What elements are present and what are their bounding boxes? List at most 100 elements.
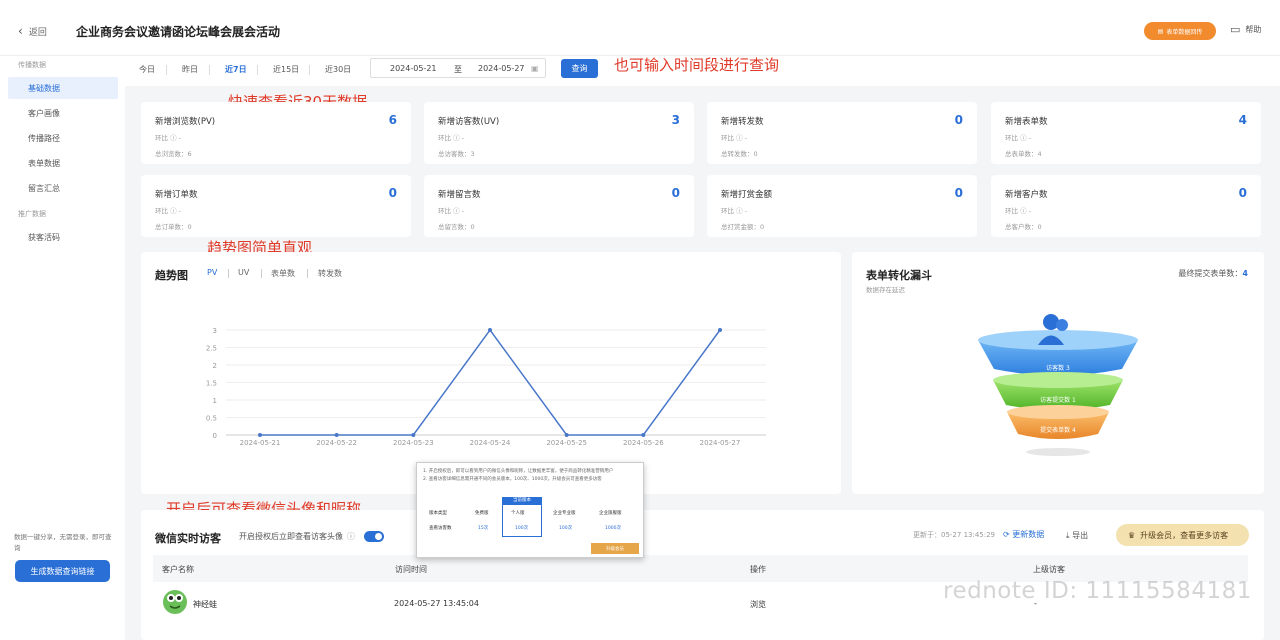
plan-header: 免费版 <box>475 511 489 516</box>
y-tick-label: 0 <box>213 432 217 440</box>
visit-time: 2024-05-27 13:45:04 <box>394 599 479 608</box>
stat-card-comment: 新增留言数 0 环比 ⓘ - 总留言数：0 <box>424 175 694 237</box>
popup-line-2: 2. 查看访客详细信息需开通不同的会员版本，100次、1000次，升级会员可查看… <box>423 477 602 482</box>
stat-card-tip: 新增打赏金额 0 环比 ⓘ - 总打赏金额：0 <box>707 175 977 237</box>
col-action: 操作 <box>750 565 766 574</box>
col-time: 访问时间 <box>395 565 427 574</box>
funnel-level-3-label: 提交表单数 4 <box>1040 427 1076 434</box>
stat-total: 总访客数：3 <box>438 150 475 158</box>
stat-total: 总表单数：4 <box>1005 150 1042 158</box>
page-title: 企业商务会议邀请函论坛峰会展会活动 <box>76 25 281 39</box>
divider <box>257 65 258 75</box>
x-tick-label: 2024-05-23 <box>393 439 434 447</box>
plan-value: 1000次 <box>605 526 621 531</box>
stat-total: 总客户数：0 <box>1005 223 1042 231</box>
plan-value: 100次 <box>559 526 573 531</box>
calendar-icon: ▣ <box>531 64 539 73</box>
stat-value: 4 <box>1238 113 1247 127</box>
x-tick-label: 2024-05-27 <box>700 439 741 447</box>
download-icon: ⤓ <box>1066 531 1070 540</box>
stat-card-uv: 新增访客数(UV) 3 环比 ⓘ - 总访客数：3 <box>424 102 694 164</box>
sidebar-item-form[interactable]: 表单数据 <box>8 152 118 174</box>
stat-ratio: 环比 ⓘ - <box>721 207 747 215</box>
sidebar-item-path[interactable]: 传播路径 <box>8 127 118 149</box>
crown-icon: ♛ <box>1128 530 1136 540</box>
stat-total: 总浏览数：6 <box>155 150 192 158</box>
visit-action: 浏览 <box>750 600 766 609</box>
back-button[interactable]: ‹ 返回 <box>18 24 47 38</box>
start-date: 2024-05-21 <box>390 64 437 73</box>
query-button[interactable]: 查询 <box>561 59 598 78</box>
realtime-panel: 微信实时访客 开启授权后立即查看访客头像 ⓘ 更新于：05-27 13:45:2… <box>141 510 1264 640</box>
export-label: 导出 <box>1072 531 1089 540</box>
annotation-query: 也可输入时间段进行查询 <box>614 56 780 74</box>
stat-ratio: 环比 ⓘ - <box>155 134 181 142</box>
update-time: 更新于：05-27 13:45:29 <box>913 531 996 539</box>
x-tick-label: 2024-05-25 <box>546 439 587 447</box>
back-label: 返回 <box>28 27 47 38</box>
data-point <box>334 433 339 437</box>
stat-label: 新增打赏金额 <box>721 190 773 200</box>
funnel-level-2-label: 访客提交数 1 <box>1040 397 1076 404</box>
range-7days[interactable]: 近7日 <box>225 64 247 75</box>
stat-total: 总打赏金额：0 <box>721 223 765 231</box>
stat-card-customer: 新增客户数 0 环比 ⓘ - 总客户数：0 <box>991 175 1261 237</box>
upgrade-label: 升级会员，查看更多访客 <box>1140 530 1229 540</box>
help-circle-icon: ⓘ <box>347 532 355 541</box>
stat-value: 0 <box>954 113 963 127</box>
sidebar-item-comments[interactable]: 留言汇总 <box>8 177 118 199</box>
stat-total: 总留言数：0 <box>438 223 475 231</box>
refresh-button[interactable]: ⟳ 更新数据 <box>1003 529 1044 540</box>
y-tick-label: 2 <box>213 362 217 370</box>
stat-ratio: 环比 ⓘ - <box>1005 207 1031 215</box>
date-range-picker[interactable]: 2024-05-21 至 2024-05-27 ▣ <box>370 58 546 78</box>
plan-header: 企业专业版 <box>553 511 576 516</box>
range-yesterday[interactable]: 昨日 <box>182 64 198 75</box>
funnel-panel: 表单转化漏斗 数据存在延迟 最终提交表单数：4 访客数 3 访客提交数 1 提交… <box>852 252 1264 494</box>
export-button[interactable]: ⤓ 导出 <box>1066 530 1088 541</box>
stat-ratio: 环比 ⓘ - <box>438 134 464 142</box>
sidebar-item-basic[interactable]: 基础数据 <box>8 77 118 99</box>
stat-label: 新增客户数 <box>1005 190 1048 200</box>
funnel-chart <box>978 314 1138 456</box>
funnel-level-1-label: 访客数 3 <box>1046 365 1070 372</box>
upgrade-button[interactable]: ♛ 升级会员，查看更多访客 <box>1116 524 1249 546</box>
plan-value: 100次 <box>515 526 529 531</box>
auth-desc: 开启授权后立即查看访客头像 <box>239 532 343 541</box>
stat-card-form: 新增表单数 4 环比 ⓘ - 总表单数：4 <box>991 102 1261 164</box>
stat-label: 新增转发数 <box>721 117 764 127</box>
col-name: 客户名称 <box>162 565 194 574</box>
x-tick-label: 2024-05-24 <box>470 439 511 447</box>
sidebar-group-promo: 推广数据 <box>18 210 46 218</box>
divider <box>209 65 210 75</box>
plan-row-label: 查看访客数 <box>429 526 452 531</box>
range-30days[interactable]: 近30日 <box>325 64 351 75</box>
plan-header: 版本类型 <box>429 511 447 516</box>
upgrade-popup: 1. 开启授权后，即可以看到用户的微信头像和昵称，让数据更丰富，便于商品转化精准… <box>416 462 644 558</box>
document-icon: ▤ <box>1157 27 1164 35</box>
stat-card-order: 新增订单数 0 环比 ⓘ - 总订单数：0 <box>141 175 411 237</box>
stat-label: 新增浏览数(PV) <box>155 117 216 127</box>
range-15days[interactable]: 近15日 <box>273 64 299 75</box>
end-date: 2024-05-27 <box>478 64 525 73</box>
share-note: 数据一键分享，无需登录，即可查询 <box>14 533 112 552</box>
y-tick-label: 2.5 <box>206 345 217 353</box>
stat-value: 0 <box>954 186 963 200</box>
stat-card-pv: 新增浏览数(PV) 6 环比 ⓘ - 总浏览数：6 <box>141 102 411 164</box>
range-today[interactable]: 今日 <box>139 64 155 75</box>
generate-link-button[interactable]: 生成数据查询链接 <box>15 560 110 582</box>
sidebar-group-spread: 传播数据 <box>18 61 46 69</box>
popup-upgrade-button[interactable]: 升级会员 <box>591 543 639 554</box>
plan-header: 个人版 <box>511 511 525 516</box>
help-button[interactable]: ▭ 帮助 <box>1230 23 1261 36</box>
stat-total: 总转发数：0 <box>721 150 758 158</box>
auth-toggle[interactable] <box>364 531 384 542</box>
sidebar-item-profile[interactable]: 客户画像 <box>8 102 118 124</box>
avatar <box>163 590 187 614</box>
sidebar-item-qrcode[interactable]: 获客活码 <box>8 226 118 248</box>
stat-label: 新增订单数 <box>155 190 198 200</box>
help-label: 帮助 <box>1245 25 1262 34</box>
stat-ratio: 环比 ⓘ - <box>1005 134 1031 142</box>
y-tick-label: 1 <box>213 397 217 405</box>
form-callback-button[interactable]: ▤ 表单数据回传 <box>1144 22 1216 40</box>
